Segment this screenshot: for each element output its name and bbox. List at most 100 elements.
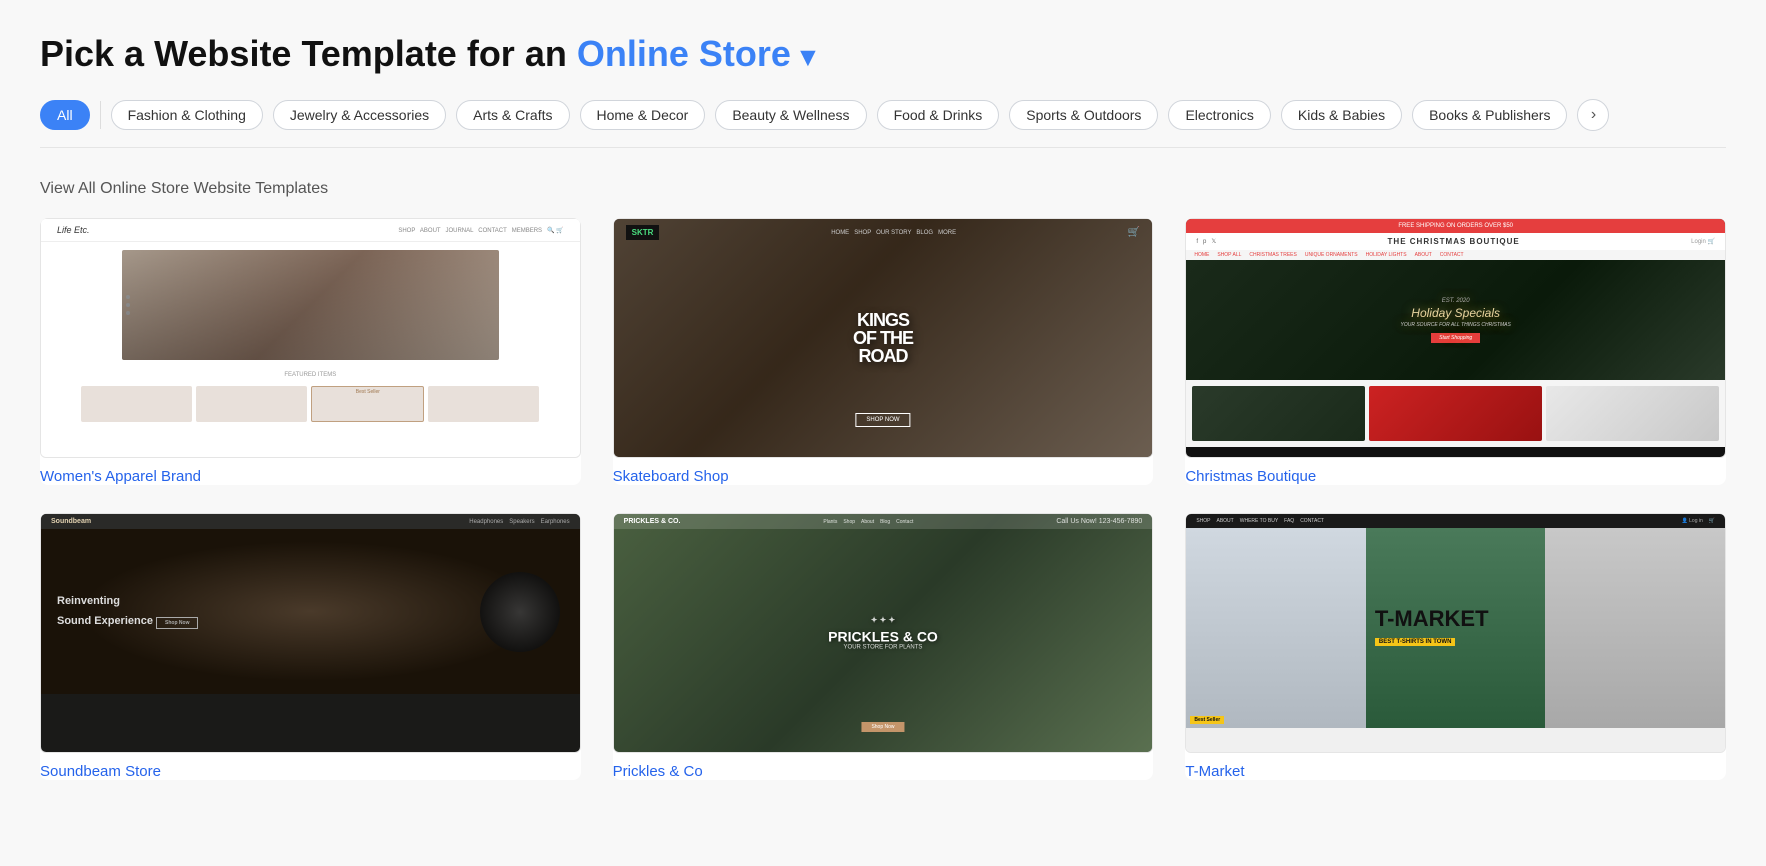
more-categories-button[interactable]: › xyxy=(1577,99,1609,131)
template-card-skateboard[interactable]: SKTR HOME SHOP OUR STORY BLOG MORE 🛒 KIN… xyxy=(613,218,1154,485)
model-bg-1 xyxy=(1186,528,1366,728)
cat-btn-sports[interactable]: Sports & Outdoors xyxy=(1009,100,1158,130)
cat-btn-home[interactable]: Home & Decor xyxy=(580,100,706,130)
thumb-tmarket: SHOPABOUTWHERE TO BUYFAQCONTACT 👤 Log in… xyxy=(1186,514,1725,752)
template-thumb-womens-apparel: Life Etc. SHOP ABOUT JOURNAL CONTACT MEM… xyxy=(40,218,581,458)
social-icons: f p 𝕏 xyxy=(1196,238,1216,245)
template-thumb-tmarket: SHOPABOUTWHERE TO BUYFAQCONTACT 👤 Log in… xyxy=(1185,513,1726,753)
section-label: View All Online Store Website Templates xyxy=(40,180,1726,198)
cat-btn-electronics[interactable]: Electronics xyxy=(1168,100,1270,130)
mock-shopbtn-soundbeam: Shop Now xyxy=(156,617,198,630)
title-prefix: Pick a Website Template for an xyxy=(40,33,567,74)
template-thumb-christmas: FREE SHIPPING ON ORDERS OVER $50 f p 𝕏 T… xyxy=(1185,218,1726,458)
title-highlight: Online Store xyxy=(577,33,791,74)
mock-nav-soundbeam: Soundbeam HeadphonesSpeakersEarphones xyxy=(41,514,580,529)
feat-item-1 xyxy=(81,386,192,422)
mock-featured: Best Seller xyxy=(81,386,539,422)
cat-btn-food[interactable]: Food & Drinks xyxy=(877,100,1000,130)
cat-btn-books[interactable]: Books & Publishers xyxy=(1412,100,1567,130)
template-card-christmas[interactable]: FREE SHIPPING ON ORDERS OVER $50 f p 𝕏 T… xyxy=(1185,218,1726,485)
plant-icon-prickles: ✦ ✦ ✦ xyxy=(828,616,938,625)
title-dropdown-arrow[interactable]: ▾ xyxy=(801,41,815,72)
mock-nav-links-skate: HOME SHOP OUR STORY BLOG MORE xyxy=(831,230,956,236)
page-title: Pick a Website Template for an Online St… xyxy=(40,32,1726,75)
template-label-womens-apparel: Women's Apparel Brand xyxy=(40,468,581,485)
mock-nav-prickles: PRICKLES & CO. PlantsShopAboutBlogContac… xyxy=(614,514,1153,529)
template-card-womens-apparel[interactable]: Life Etc. SHOP ABOUT JOURNAL CONTACT MEM… xyxy=(40,218,581,485)
dot xyxy=(126,311,130,315)
mock-prod-2 xyxy=(1369,386,1542,441)
mock-shop-btn: SHOP NOW xyxy=(855,413,910,427)
mock-navlinks-soundbeam: HeadphonesSpeakersEarphones xyxy=(469,519,569,525)
mock-holiday-text: EST. 2020 Holiday Specials YOUR SOURCE F… xyxy=(1401,298,1511,343)
mock-hero-dark: EST. 2020 Holiday Specials YOUR SOURCE F… xyxy=(1186,260,1725,380)
cat-btn-arts[interactable]: Arts & Crafts xyxy=(456,100,569,130)
mock-brand-name: T-MARKET xyxy=(1375,608,1489,630)
template-card-soundbeam[interactable]: Soundbeam HeadphonesSpeakersEarphones Re… xyxy=(40,513,581,780)
feat-item-3: Best Seller xyxy=(311,386,424,422)
cat-btn-jewelry[interactable]: Jewelry & Accessories xyxy=(273,100,446,130)
thumb-soundbeam: Soundbeam HeadphonesSpeakersEarphones Re… xyxy=(41,514,580,752)
template-label-christmas: Christmas Boutique xyxy=(1185,468,1726,485)
template-card-tmarket[interactable]: SHOPABOUTWHERE TO BUYFAQCONTACT 👤 Log in… xyxy=(1185,513,1726,780)
mock-brand-sub: BEST T-SHIRTS IN TOWN xyxy=(1375,638,1456,646)
template-card-prickles[interactable]: PRICKLES & CO. PlantsShopAboutBlogContac… xyxy=(613,513,1154,780)
templates-grid: Life Etc. SHOP ABOUT JOURNAL CONTACT MEM… xyxy=(40,218,1726,780)
cat-btn-beauty[interactable]: Beauty & Wellness xyxy=(715,100,866,130)
mock-nav-christmas: f p 𝕏 THE CHRISTMAS BOUTIQUE Login 🛒 xyxy=(1186,233,1725,250)
cat-btn-fashion[interactable]: Fashion & Clothing xyxy=(111,100,263,130)
cat-btn-kids[interactable]: Kids & Babies xyxy=(1281,100,1402,130)
mock-nav-skate: SKTR HOME SHOP OUR STORY BLOG MORE 🛒 xyxy=(614,219,1153,246)
page-header: Pick a Website Template for an Online St… xyxy=(40,32,1726,75)
mock-nav-tmarket: SHOPABOUTWHERE TO BUYFAQCONTACT 👤 Log in… xyxy=(1186,514,1725,528)
thumb-skate: SKTR HOME SHOP OUR STORY BLOG MORE 🛒 KIN… xyxy=(614,219,1153,457)
template-label-prickles: Prickles & Co xyxy=(613,763,1154,780)
mock-text-soundbeam: ReinventingSound Experience Shop Now xyxy=(57,594,198,629)
mock-logo: Life Etc. xyxy=(57,225,90,235)
christmas-sub-nav: HOMESHOP ALLCHRISTMAS TREESUNIQUE ORNAME… xyxy=(1186,250,1725,260)
template-label-tmarket: T-Market xyxy=(1185,763,1726,780)
mock-prod-1 xyxy=(1192,386,1365,441)
template-thumb-prickles: PRICKLES & CO. PlantsShopAboutBlogContac… xyxy=(613,513,1154,753)
template-thumb-skateboard: SKTR HOME SHOP OUR STORY BLOG MORE 🛒 KIN… xyxy=(613,218,1154,458)
mock-model-3 xyxy=(1545,528,1725,728)
mock-hero xyxy=(122,250,499,360)
category-bar: All Fashion & Clothing Jewelry & Accesso… xyxy=(40,99,1726,148)
start-shopping-btn: Start Shopping xyxy=(1431,333,1480,343)
mock-headphone xyxy=(480,572,560,652)
dot xyxy=(126,303,130,307)
template-thumb-soundbeam: Soundbeam HeadphonesSpeakersEarphones Re… xyxy=(40,513,581,753)
mock-products xyxy=(1186,380,1725,447)
mock-models: T-MARKET BEST T-SHIRTS IN TOWN Best Sell… xyxy=(1186,528,1725,728)
mock-logo-soundbeam: Soundbeam xyxy=(51,518,91,525)
mock-top-bar: FREE SHIPPING ON ORDERS OVER $50 xyxy=(1186,219,1725,233)
cat-btn-all[interactable]: All xyxy=(40,100,90,130)
mock-hero-text: KINGSOF THEROAD xyxy=(853,311,913,365)
mock-navlinks-prickles: PlantsShopAboutBlogContact xyxy=(823,519,913,525)
cart-icon-christmas: Login 🛒 xyxy=(1691,238,1715,245)
mock-nav-right-tmarket: 👤 Log in🛒 xyxy=(1682,518,1715,524)
call-us: Call Us Now! 123-456-7890 xyxy=(1056,518,1142,525)
dot xyxy=(126,295,130,299)
mock-nav-links: SHOP ABOUT JOURNAL CONTACT MEMBERS 🔍 🛒 xyxy=(398,227,563,234)
mock-logo-prickles: PRICKLES & CO. xyxy=(624,518,681,525)
model-bg-3 xyxy=(1545,528,1725,728)
mock-prod-3 xyxy=(1546,386,1719,441)
featured-label: FEATURED ITEMS xyxy=(81,372,539,378)
template-label-skateboard: Skateboard Shop xyxy=(613,468,1154,485)
category-divider xyxy=(100,101,101,129)
christmas-brand: THE CHRISTMAS BOUTIQUE xyxy=(1388,237,1520,246)
mock-cta-prickles: Shop Now xyxy=(861,722,904,732)
mock-logo-box: SKTR xyxy=(626,225,660,240)
mock-hero-dark-soundbeam: ReinventingSound Experience Shop Now xyxy=(41,529,580,694)
page-wrapper: Pick a Website Template for an Online St… xyxy=(0,0,1766,820)
feat-item-4 xyxy=(428,386,539,422)
best-seller-badge: Best Seller xyxy=(1190,716,1224,724)
mock-hero-text-prickles: ✦ ✦ ✦ PRICKLES & CO YOUR STORE FOR PLANT… xyxy=(828,616,938,651)
template-label-soundbeam: Soundbeam Store xyxy=(40,763,581,780)
feat-item-2 xyxy=(196,386,307,422)
cart-icon: 🛒 xyxy=(1128,227,1140,238)
thumb-christmas: FREE SHIPPING ON ORDERS OVER $50 f p 𝕏 T… xyxy=(1186,219,1725,457)
thumb-life-etc: Life Etc. SHOP ABOUT JOURNAL CONTACT MEM… xyxy=(41,219,580,457)
mock-brand-overlay: T-MARKET BEST T-SHIRTS IN TOWN xyxy=(1375,608,1489,648)
